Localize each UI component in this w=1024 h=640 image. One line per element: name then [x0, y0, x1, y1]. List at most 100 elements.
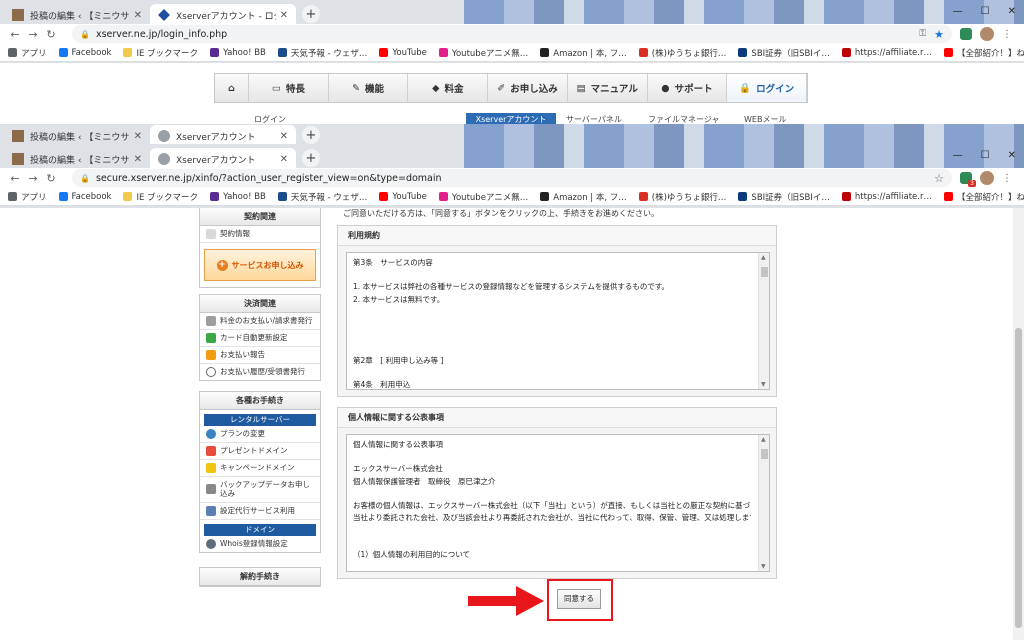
- scroll-down-icon[interactable]: ▼: [761, 381, 766, 388]
- bookmark-ie[interactable]: IE ブックマーク: [123, 191, 198, 203]
- person-icon: ●: [661, 82, 670, 94]
- close-window-icon[interactable]: ✕: [1008, 6, 1016, 17]
- address-bar[interactable]: 🔒 secure.xserver.ne.jp/xinfo/?action_use…: [72, 169, 952, 187]
- background-decoration: [464, 144, 1024, 170]
- bookmark-sbi[interactable]: SBI証券（旧SBIイ…: [738, 47, 830, 59]
- bookmark-yucho[interactable]: (株)ゆうちょ銀行…: [638, 47, 726, 59]
- textarea-scrollbar[interactable]: ▲ ▼: [758, 253, 769, 389]
- bookmark-anime[interactable]: Youtubeアニメ無…: [438, 191, 528, 203]
- close-icon[interactable]: ✕: [280, 10, 288, 21]
- sidebar-item-plan-change[interactable]: プランの変更: [200, 426, 320, 443]
- bookmark-facebook[interactable]: Facebook: [58, 48, 111, 58]
- star-icon[interactable]: ☆: [934, 172, 944, 185]
- page-scrollbar[interactable]: [1013, 208, 1024, 640]
- reload-icon[interactable]: ↻: [42, 28, 60, 41]
- card-icon: [206, 333, 216, 343]
- star-icon[interactable]: ★: [934, 28, 944, 41]
- menu-icon[interactable]: ⋮: [1002, 173, 1012, 184]
- sidebar-item-whois[interactable]: Whois登録情報設定: [200, 536, 320, 552]
- bookmark-youtube[interactable]: YouTube: [379, 48, 427, 58]
- extension-icon[interactable]: 3: [960, 172, 976, 187]
- back-icon[interactable]: ←: [6, 28, 24, 41]
- bookmark-sbi[interactable]: SBI証券（旧SBIイ…: [738, 191, 830, 203]
- forward-icon[interactable]: →: [24, 172, 42, 185]
- scroll-up-icon[interactable]: ▲: [761, 254, 766, 261]
- tab-xserver-login[interactable]: Xserverアカウント - ログイン ✕: [150, 4, 296, 26]
- tab-xserver-account[interactable]: Xserverアカウント ✕: [150, 148, 296, 170]
- maximize-icon[interactable]: ☐: [981, 6, 990, 17]
- bookmark-youtube-2[interactable]: 【全部紹介！】ね…: [943, 47, 1024, 59]
- close-window-icon[interactable]: ✕: [1008, 150, 1016, 161]
- new-tab-icon[interactable]: +: [302, 5, 320, 23]
- new-tab-icon[interactable]: +: [302, 126, 320, 144]
- new-tab-icon[interactable]: +: [302, 149, 320, 167]
- sidebar-item-card-renewal[interactable]: カード自動更新設定: [200, 330, 320, 347]
- address-bar[interactable]: 🔒 xserver.ne.jp/login_info.php ⚿ ★: [72, 25, 952, 43]
- extension-icon[interactable]: [960, 28, 972, 40]
- bookmark-yahoo[interactable]: Yahoo! BB: [210, 192, 266, 202]
- bookmark-affiliate[interactable]: https://affiliate.r…: [841, 48, 932, 58]
- bookmark-yahoo[interactable]: Yahoo! BB: [210, 48, 266, 58]
- bookmark-apps[interactable]: アプリ: [8, 191, 47, 203]
- nav-pricing[interactable]: ◆ 料金: [408, 74, 489, 102]
- nav-features[interactable]: ▭ 特長: [249, 74, 329, 102]
- sbi-icon: [738, 192, 748, 201]
- scrollbar-thumb[interactable]: [1015, 328, 1022, 628]
- sidebar-item-payment-history[interactable]: お支払い履歴/受領書発行: [200, 364, 320, 380]
- privacy-text: 個人情報に関する公表事項 エックスサーバー株式会社 個人情報保護管理者 取締役 原…: [347, 435, 769, 571]
- nav-login[interactable]: 🔒 ログイン: [727, 74, 808, 102]
- sidebar-item-setup-service[interactable]: 設定代行サービス利用: [200, 503, 320, 520]
- sidebar-item-payment-report[interactable]: お支払い報告: [200, 347, 320, 364]
- bookmark-ie[interactable]: IE ブックマーク: [123, 47, 198, 59]
- bookmark-anime[interactable]: Youtubeアニメ無…: [438, 47, 528, 59]
- scroll-up-icon[interactable]: ▲: [761, 436, 766, 443]
- minimize-icon[interactable]: —: [953, 150, 963, 161]
- bookmark-amazon[interactable]: Amazon | 本, フ…: [540, 191, 627, 203]
- scroll-down-icon[interactable]: ▼: [761, 563, 766, 570]
- avatar[interactable]: [980, 171, 994, 185]
- key-icon[interactable]: ⚿: [919, 29, 926, 39]
- tab-post-edit[interactable]: 投稿の編集 ‹ 【ミニウサギはじ ✕: [4, 4, 150, 26]
- close-icon[interactable]: ✕: [134, 154, 142, 165]
- sidebar-item-backup[interactable]: バックアップデータお申し込み: [200, 477, 320, 503]
- sidebar-item-campaign-domain[interactable]: キャンペーンドメイン: [200, 460, 320, 477]
- nav-apply[interactable]: ✐ お申し込み: [488, 74, 568, 102]
- close-icon[interactable]: ✕: [134, 131, 142, 142]
- sidebar-item-contract-info[interactable]: 契約情報: [200, 226, 320, 243]
- textarea-scrollbar[interactable]: ▲ ▼: [758, 435, 769, 571]
- nav-support[interactable]: ● サポート: [648, 74, 728, 102]
- bookmark-yucho[interactable]: (株)ゆうちょ銀行…: [638, 191, 726, 203]
- avatar[interactable]: [980, 27, 994, 41]
- forward-icon[interactable]: →: [24, 28, 42, 41]
- bookmark-weather[interactable]: 天気予報 - ウェザ…: [277, 191, 367, 203]
- privacy-textarea[interactable]: 個人情報に関する公表事項 エックスサーバー株式会社 個人情報保護管理者 取締役 原…: [346, 434, 770, 572]
- menu-icon[interactable]: ⋮: [1002, 29, 1012, 40]
- close-icon[interactable]: ✕: [280, 154, 288, 165]
- bookmark-apps[interactable]: アプリ: [8, 47, 47, 59]
- nav-manual[interactable]: ▤ マニュアル: [568, 74, 648, 102]
- reload-icon[interactable]: ↻: [42, 172, 60, 185]
- bookmark-affiliate[interactable]: https://affiliate.r…: [841, 192, 932, 202]
- agree-button[interactable]: 同意する: [557, 589, 601, 609]
- back-icon[interactable]: ←: [6, 172, 24, 185]
- tab-post-edit-ghost[interactable]: 投稿の編集 ‹ 【ミニウサギはじ ✕: [4, 125, 150, 146]
- bookmark-amazon[interactable]: Amazon | 本, フ…: [540, 47, 627, 59]
- close-icon[interactable]: ✕: [280, 131, 288, 142]
- maximize-icon[interactable]: ☐: [981, 150, 990, 161]
- sidebar-item-present-domain[interactable]: プレゼントドメイン: [200, 443, 320, 460]
- nav-functions[interactable]: ✎ 機能: [329, 74, 409, 102]
- scroll-thumb[interactable]: [761, 267, 768, 277]
- service-apply-button[interactable]: + サービスお申し込み: [204, 249, 316, 281]
- bookmark-facebook[interactable]: Facebook: [58, 192, 111, 202]
- minimize-icon[interactable]: —: [953, 6, 963, 17]
- tab-xserver-ghost[interactable]: Xserverアカウント ✕: [150, 125, 296, 146]
- terms-textarea[interactable]: 第3条 サービスの内容 1. 本サービスは弊社の各種サービスの登録情報などを管理…: [346, 252, 770, 390]
- bookmark-youtube-2[interactable]: 【全部紹介！】ね…: [943, 191, 1024, 203]
- tab-post-edit[interactable]: 投稿の編集 ‹ 【ミニウサギはじ ✕: [4, 148, 150, 170]
- nav-home[interactable]: ⌂: [215, 74, 249, 102]
- sidebar-item-payment[interactable]: 料金のお支払い/請求書発行: [200, 313, 320, 330]
- bookmark-weather[interactable]: 天気予報 - ウェザ…: [277, 47, 367, 59]
- scroll-thumb[interactable]: [761, 449, 768, 459]
- bookmark-youtube[interactable]: YouTube: [379, 192, 427, 202]
- close-icon[interactable]: ✕: [134, 10, 142, 21]
